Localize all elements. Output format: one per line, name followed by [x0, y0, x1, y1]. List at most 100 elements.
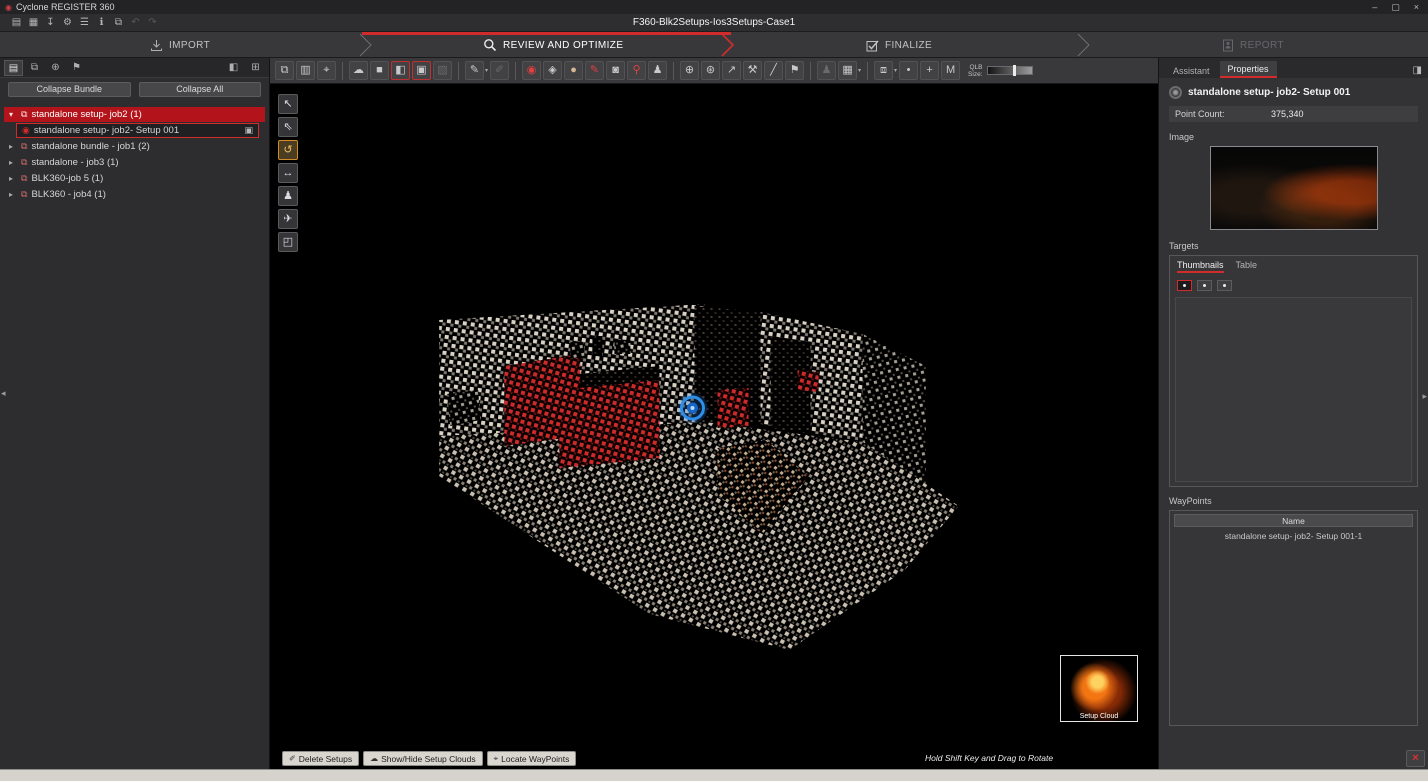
- measure-units-icon[interactable]: M: [941, 61, 960, 80]
- draw-pencil-icon[interactable]: ✎: [585, 61, 604, 80]
- targets-list[interactable]: [1175, 297, 1412, 482]
- tree-item-bundle-job1[interactable]: ▸ ⧉ standalone bundle - job1 (2): [4, 139, 265, 154]
- delete-setups-icon: ✐: [289, 754, 296, 763]
- dropdown-caret-icon[interactable]: ▾: [858, 67, 861, 74]
- tab-table[interactable]: Table: [1236, 260, 1258, 273]
- tab-thumbnails[interactable]: Thumbnails: [1177, 260, 1224, 273]
- add-tag-icon[interactable]: ◈: [543, 61, 562, 80]
- globe-user-icon[interactable]: ⊛: [701, 61, 720, 80]
- workflow-step-report[interactable]: REPORT: [1222, 32, 1284, 58]
- redo-icon[interactable]: ↷: [144, 15, 161, 30]
- expand-icon[interactable]: ↗: [722, 61, 741, 80]
- qlb-size-slider[interactable]: [987, 66, 1033, 75]
- multi-pane-icon[interactable]: ▥: [296, 61, 315, 80]
- maximize-button[interactable]: ▢: [1391, 2, 1400, 13]
- flag-icon[interactable]: ⚑: [785, 61, 804, 80]
- expand-views-icon[interactable]: ◧: [224, 60, 243, 76]
- import-data-icon[interactable]: ↧: [42, 15, 59, 30]
- fly-mode-icon[interactable]: ✈: [278, 209, 298, 229]
- location-pin-icon[interactable]: ⚲: [627, 61, 646, 80]
- panel-layout-icon[interactable]: ◨: [1413, 65, 1422, 76]
- info-icon[interactable]: ℹ: [93, 15, 110, 30]
- show-hide-setup-clouds-button[interactable]: ☁ Show/Hide Setup Clouds: [363, 751, 483, 766]
- caret-down-icon[interactable]: ▾: [9, 110, 17, 119]
- orbit-icon[interactable]: ↺: [278, 140, 298, 160]
- waypoint-row[interactable]: standalone setup- job2- Setup 001-1: [1174, 527, 1413, 541]
- save-icon[interactable]: ▦: [25, 15, 42, 30]
- select-query-icon[interactable]: ⇖: [278, 117, 298, 137]
- measure-icon[interactable]: ✎: [465, 61, 484, 80]
- settings-icon[interactable]: ⚙: [59, 15, 76, 30]
- caret-right-icon[interactable]: ▸: [9, 174, 17, 183]
- first-person-view-icon[interactable]: ♟: [278, 186, 298, 206]
- collapse-all-button[interactable]: Collapse All: [139, 82, 262, 97]
- clone-view-icon[interactable]: ⧉: [275, 61, 294, 80]
- point-cloud-toggle-icon[interactable]: ☁: [349, 61, 368, 80]
- solid-pane-icon[interactable]: ■: [370, 61, 389, 80]
- copy-icon[interactable]: ⧉: [110, 15, 127, 30]
- pan-horizontal-icon[interactable]: ↔: [278, 163, 298, 183]
- axis-icon[interactable]: +: [920, 61, 939, 80]
- image-view-alt-icon[interactable]: ▨: [433, 61, 452, 80]
- zoom-window-icon[interactable]: ⌖: [317, 61, 336, 80]
- tags-tab-icon[interactable]: ⚑: [67, 60, 86, 76]
- tree-item-setup-001[interactable]: ◉ standalone setup- job2- Setup 001 ▣: [16, 123, 259, 138]
- undo-icon[interactable]: ↶: [127, 15, 144, 30]
- collapse-bundle-button[interactable]: Collapse Bundle: [8, 82, 131, 97]
- attachments-tab-icon[interactable]: ⧉: [25, 60, 44, 76]
- image-view-icon[interactable]: ▣: [412, 61, 431, 80]
- target-chip[interactable]: [1177, 280, 1192, 291]
- caret-right-icon[interactable]: ▸: [9, 158, 17, 167]
- locate-waypoints-button[interactable]: ⌖ Locate WayPoints: [487, 751, 577, 766]
- globe-icon[interactable]: ⊕: [680, 61, 699, 80]
- caret-right-icon[interactable]: ▸: [9, 190, 17, 199]
- workflow-step-finalize[interactable]: FINALIZE: [866, 32, 932, 58]
- caret-right-icon[interactable]: ▸: [9, 142, 17, 151]
- viewer: ⧉ ▥ ⌖ ☁ ■ ◧ ▣ ▨ ✎ ▾ ✐ ◉ ◈ ● ✎ ◙ ⚲ ♟ ⊕ ⊛ …: [270, 58, 1158, 769]
- select-cursor-icon[interactable]: ↖: [278, 94, 298, 114]
- collapse-left-panel-arrow[interactable]: ◂: [1, 388, 6, 399]
- add-sphere-icon[interactable]: ●: [564, 61, 583, 80]
- cube-views-icon[interactable]: ⧈: [874, 61, 893, 80]
- workflow-step-import[interactable]: IMPORT: [150, 32, 210, 58]
- add-target-circle-icon[interactable]: ◉: [522, 61, 541, 80]
- point-size-icon[interactable]: •: [899, 61, 918, 80]
- user-flag-icon[interactable]: ♟: [817, 61, 836, 80]
- target-chip[interactable]: [1197, 280, 1212, 291]
- point-cloud-view[interactable]: [270, 84, 1158, 769]
- web-tab-icon[interactable]: ⊕: [46, 60, 65, 76]
- waypoints-table[interactable]: Name standalone setup- job2- Setup 001-1: [1169, 510, 1418, 726]
- setup-cloud-minimap[interactable]: Setup Cloud: [1060, 655, 1138, 722]
- project-explorer-tab-icon[interactable]: ▤: [4, 60, 23, 76]
- tools-icon[interactable]: ⚒: [743, 61, 762, 80]
- camera-icon[interactable]: ◙: [606, 61, 625, 80]
- target-chip[interactable]: [1217, 280, 1232, 291]
- window-close-button[interactable]: ×: [1414, 2, 1419, 13]
- minimize-button[interactable]: –: [1372, 2, 1377, 13]
- delete-setups-button[interactable]: ✐ Delete Setups: [282, 751, 359, 766]
- slice-icon[interactable]: ╱: [764, 61, 783, 80]
- setup-image-thumbnail[interactable]: [1210, 146, 1378, 230]
- dropdown-caret-icon[interactable]: ▾: [485, 67, 488, 74]
- viewer-canvas[interactable]: ↖ ⇖ ↺ ↔ ♟ ✈ ◰ Setup Cloud ✐ Delete Setup…: [270, 84, 1158, 769]
- explorer-tabs: ▤ ⧉ ⊕ ⚑ ◧ ⊞: [0, 58, 269, 78]
- tree-item-bundle-job2[interactable]: ▾ ⧉ standalone setup- job2 (1): [4, 107, 265, 122]
- split-view-icon[interactable]: ◧: [391, 61, 410, 80]
- cube-view-icon[interactable]: ◰: [278, 232, 298, 252]
- panel-layout-icon[interactable]: ⊞: [246, 60, 265, 76]
- workflow-step-review[interactable]: REVIEW AND OPTIMIZE: [483, 32, 623, 58]
- list-icon[interactable]: ☰: [76, 15, 93, 30]
- tree-item-blk360-job4[interactable]: ▸ ⧉ BLK360 - job4 (1): [4, 187, 265, 202]
- grid-table-icon[interactable]: ▦: [838, 61, 857, 80]
- tree-item-blk360-job5[interactable]: ▸ ⧉ BLK360-job 5 (1): [4, 171, 265, 186]
- measure-multi-icon[interactable]: ✐: [490, 61, 509, 80]
- dropdown-caret-icon[interactable]: ▾: [894, 67, 897, 74]
- open-project-icon[interactable]: ▤: [8, 15, 25, 30]
- tree-item-job3[interactable]: ▸ ⧉ standalone - job3 (1): [4, 155, 265, 170]
- person-icon[interactable]: ♟: [648, 61, 667, 80]
- close-panel-button[interactable]: ×: [1406, 750, 1425, 767]
- expand-right-panel-arrow[interactable]: ▸: [1422, 391, 1427, 402]
- slider-thumb[interactable]: [1013, 65, 1016, 76]
- tab-assistant[interactable]: Assistant: [1165, 63, 1218, 78]
- tab-properties[interactable]: Properties: [1220, 61, 1277, 78]
